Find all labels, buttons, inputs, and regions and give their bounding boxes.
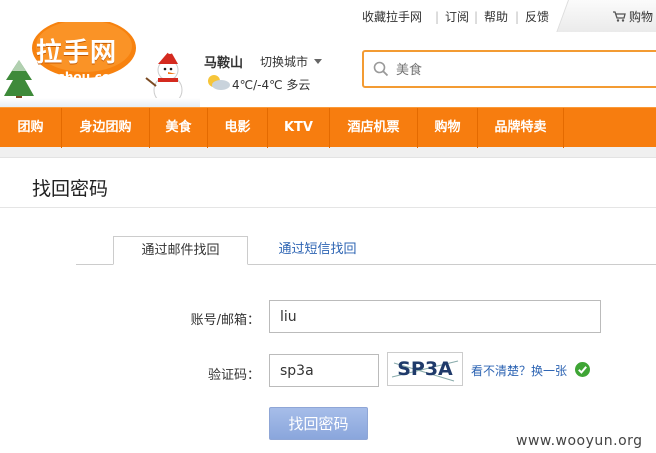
- tab-sms-recovery[interactable]: 通过短信找回: [260, 236, 375, 265]
- site-header: 拉手网 Lashou.com 马鞍山 切换城市 4℃/-4℃ 多云: [0, 22, 656, 107]
- nav-item-nearby[interactable]: 身边团购: [62, 108, 150, 148]
- search-icon: [373, 61, 389, 77]
- password-recovery-panel: 找回密码 通过邮件找回 通过短信找回 账号/邮箱： 验证码： SP3A 看不清楚…: [0, 157, 656, 453]
- logo-text: 拉手网: [36, 38, 118, 68]
- main-nav: 团购 身边团购 美食 电影 KTV 酒店机票 购物 品牌特卖: [0, 107, 656, 148]
- chevron-down-icon: [313, 59, 322, 64]
- page-title: 找回密码: [32, 178, 109, 200]
- link-help[interactable]: 帮助: [474, 8, 508, 25]
- title-divider: [0, 207, 656, 208]
- captcha-label: 验证码：: [207, 368, 260, 383]
- snow-ground: [0, 98, 200, 107]
- nav-item-food[interactable]: 美食: [150, 108, 208, 148]
- captcha-noise: SP3A: [391, 358, 459, 382]
- nav-item-movie[interactable]: 电影: [208, 108, 268, 148]
- captcha-image[interactable]: SP3A: [387, 352, 463, 386]
- search-box: [362, 50, 656, 88]
- tab-email-recovery[interactable]: 通过邮件找回: [113, 236, 248, 265]
- switch-city-label: 切换城市: [260, 55, 309, 69]
- current-city: 马鞍山: [204, 56, 244, 71]
- recover-password-button[interactable]: 找回密码: [269, 407, 368, 440]
- watermark: www.wooyun.org: [516, 433, 643, 449]
- nav-item-ktv[interactable]: KTV: [268, 108, 330, 148]
- cart-label: 购物: [629, 10, 654, 24]
- link-feedback[interactable]: 反馈: [515, 8, 549, 25]
- nav-item-tuangou[interactable]: 团购: [0, 108, 62, 148]
- search-input[interactable]: [396, 60, 636, 80]
- nav-item-hotel[interactable]: 酒店机票: [330, 108, 418, 148]
- cart-icon: [613, 11, 626, 22]
- link-subscribe[interactable]: 订阅: [435, 8, 469, 25]
- link-favorite[interactable]: 收藏拉手网: [362, 8, 422, 25]
- logo-subtext: Lashou.com: [42, 70, 123, 84]
- nav-item-shopping[interactable]: 购物: [418, 108, 478, 148]
- cart-link[interactable]: 购物: [612, 8, 653, 25]
- captcha-field[interactable]: [269, 354, 379, 387]
- nav-item-brand-sale[interactable]: 品牌特卖: [478, 108, 564, 148]
- weather-cloudy-icon: [208, 75, 230, 90]
- weather-text: 4℃/-4℃ 多云: [232, 78, 311, 92]
- switch-city-dropdown[interactable]: 切换城市: [260, 53, 322, 70]
- account-field[interactable]: [269, 300, 601, 333]
- account-label: 账号/邮箱：: [190, 313, 260, 328]
- captcha-text: SP3A: [397, 358, 453, 380]
- check-icon: [575, 362, 590, 377]
- refresh-captcha-link[interactable]: 看不清楚？换一张: [471, 362, 567, 379]
